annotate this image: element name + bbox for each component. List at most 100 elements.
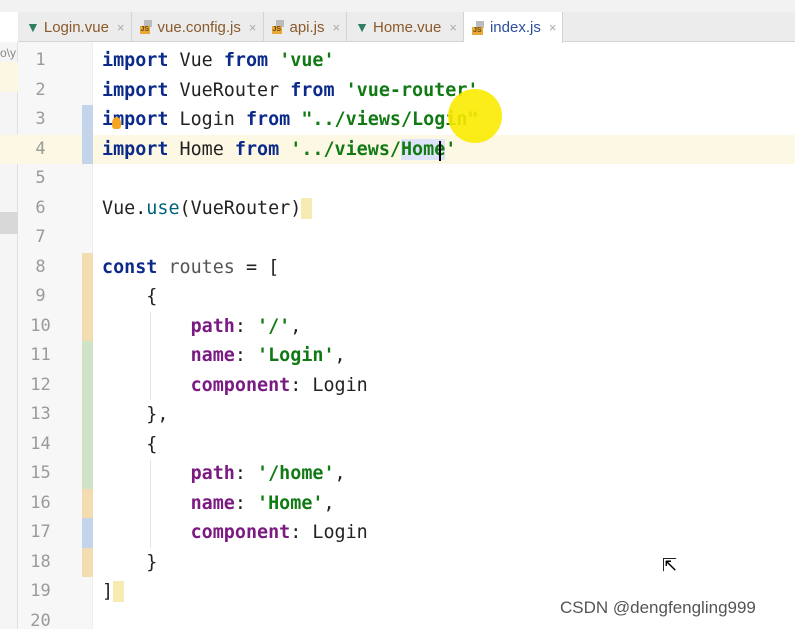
code-line[interactable]: 15 path: '/home',: [0, 459, 795, 489]
line-number: 13: [18, 400, 63, 430]
code-text: component: Login: [102, 371, 368, 401]
close-tab-icon[interactable]: ×: [117, 20, 125, 35]
code-text: name: 'Home',: [102, 489, 335, 519]
change-marker[interactable]: [82, 489, 93, 519]
js-file-icon: [472, 21, 486, 35]
tab-label: api.js: [290, 19, 325, 36]
code-token: {: [102, 286, 157, 307]
change-marker[interactable]: [82, 282, 93, 312]
code-line[interactable]: 7: [0, 223, 795, 253]
line-number: 4: [18, 135, 63, 165]
code-token: :: [290, 375, 312, 396]
change-marker[interactable]: [82, 459, 93, 489]
tab-label: Login.vue: [44, 19, 109, 36]
code-text: const routes = [: [102, 253, 279, 283]
line-number: 14: [18, 430, 63, 460]
line-number: 17: [18, 518, 63, 548]
change-marker[interactable]: [82, 135, 93, 165]
change-marker[interactable]: [82, 341, 93, 371]
tab-home-vue[interactable]: ▼Home.vue×: [347, 12, 464, 42]
change-marker[interactable]: [82, 105, 93, 135]
code-token: import: [102, 139, 168, 160]
code-line[interactable]: 12 component: Login: [0, 371, 795, 401]
code-token: routes: [157, 257, 235, 278]
code-text: import Home from '../views/Home': [102, 135, 456, 165]
code-line[interactable]: 16 name: 'Home',: [0, 489, 795, 519]
js-file-icon: [272, 20, 286, 34]
code-token: :: [290, 522, 312, 543]
code-token: ': [445, 139, 456, 160]
change-marker[interactable]: [82, 430, 93, 460]
code-token: import: [102, 80, 168, 101]
code-token: name: [191, 345, 235, 366]
code-line[interactable]: 11 name: 'Login',: [0, 341, 795, 371]
code-token: [102, 463, 191, 484]
code-line[interactable]: 2import VueRouter from 'vue-router': [0, 76, 795, 106]
change-marker[interactable]: [82, 371, 93, 401]
code-token: [102, 316, 191, 337]
change-marker[interactable]: [82, 253, 93, 283]
code-token: component: [191, 522, 291, 543]
code-token: = [: [235, 257, 279, 278]
text-caret: [439, 141, 441, 161]
code-token: 'Home': [257, 493, 323, 514]
tab-api-js[interactable]: api.js ×: [264, 12, 348, 42]
js-file-icon: [140, 20, 154, 34]
line-number: 19: [18, 577, 63, 607]
change-marker[interactable]: [82, 400, 93, 430]
code-token: [102, 375, 191, 396]
code-token: (VueRouter): [180, 198, 302, 219]
close-tab-icon[interactable]: ×: [449, 20, 457, 35]
change-marker[interactable]: [82, 312, 93, 342]
close-tab-icon[interactable]: ×: [549, 20, 557, 35]
code-line[interactable]: 5: [0, 164, 795, 194]
title-area: [0, 0, 795, 12]
close-tab-icon[interactable]: ×: [333, 20, 341, 35]
code-token: [102, 345, 191, 366]
indent-guide: [150, 312, 151, 400]
editor-tab-bar: ▼Login.vue×vue.config.js×api.js×▼Home.vu…: [18, 12, 795, 42]
code-line[interactable]: 8const routes = [: [0, 253, 795, 283]
code-token: :: [235, 493, 257, 514]
code-token: },: [102, 404, 168, 425]
line-number: 9: [18, 282, 63, 312]
change-marker[interactable]: [82, 548, 93, 578]
code-token: const: [102, 257, 157, 278]
tab-index-js[interactable]: index.js×: [464, 12, 563, 43]
code-token: {: [102, 434, 157, 455]
code-token: from: [224, 50, 268, 71]
code-text: name: 'Login',: [102, 341, 346, 371]
tab-login-vue[interactable]: ▼Login.vue×: [18, 12, 132, 42]
code-token: Login: [168, 109, 246, 130]
lightbulb-icon[interactable]: [112, 117, 121, 129]
code-token: ]: [102, 581, 113, 602]
code-line[interactable]: 17 component: Login: [0, 518, 795, 548]
code-line[interactable]: 6Vue.use(VueRouter): [0, 194, 795, 224]
code-token: ,: [323, 493, 334, 514]
close-tab-icon[interactable]: ×: [249, 20, 257, 35]
vue-icon: ▼: [355, 19, 369, 35]
code-token: [290, 109, 301, 130]
code-line[interactable]: 9 {: [0, 282, 795, 312]
line-number: 3: [18, 105, 63, 135]
code-editor[interactable]: 1import Vue from 'vue'2import VueRouter …: [0, 46, 795, 636]
code-text: path: '/',: [102, 312, 301, 342]
code-line[interactable]: 14 {: [0, 430, 795, 460]
code-token: :: [235, 463, 257, 484]
line-number: 2: [18, 76, 63, 106]
code-token: [279, 139, 290, 160]
code-line[interactable]: 10 path: '/',: [0, 312, 795, 342]
line-number: 11: [18, 341, 63, 371]
tab-vue-config-js[interactable]: vue.config.js×: [132, 12, 264, 42]
code-token: from: [290, 80, 334, 101]
code-token: from: [246, 109, 290, 130]
code-line[interactable]: 4 import Home from '../views/Home': [0, 135, 795, 165]
code-text: import Vue from 'vue': [102, 46, 335, 76]
line-number: 16: [18, 489, 63, 519]
code-line[interactable]: 13 },: [0, 400, 795, 430]
code-line[interactable]: 1import Vue from 'vue': [0, 46, 795, 76]
code-token: }: [102, 552, 157, 573]
change-marker[interactable]: [82, 518, 93, 548]
code-text: },: [102, 400, 168, 430]
line-number: 12: [18, 371, 63, 401]
